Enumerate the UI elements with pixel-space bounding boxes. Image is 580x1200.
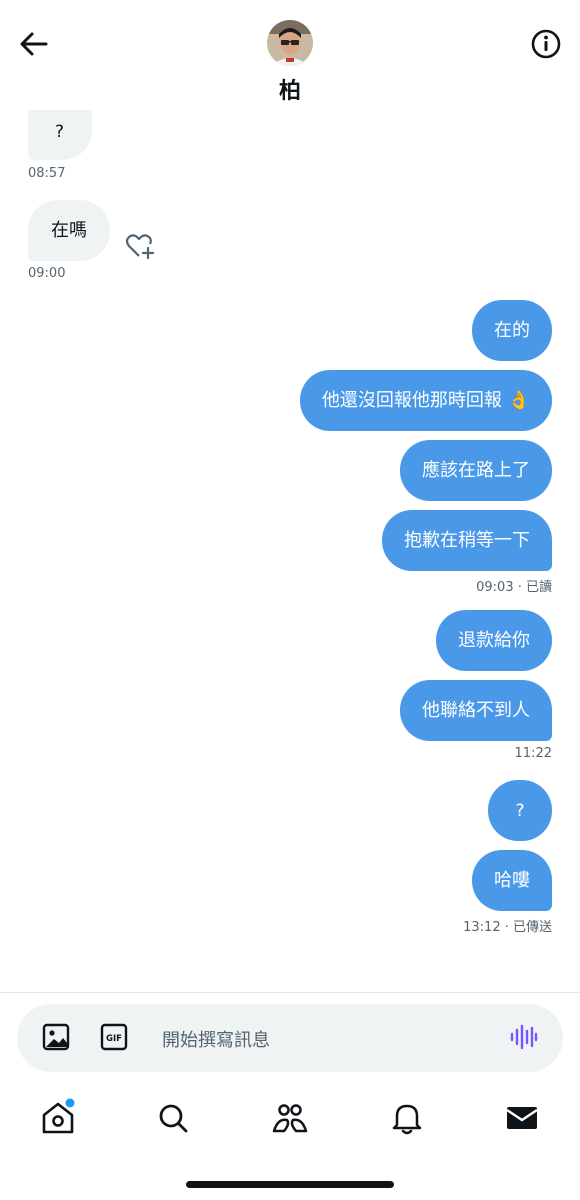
sent-message-bubble[interactable]: 應該在路上了	[400, 440, 552, 501]
home-indicator	[186, 1181, 394, 1188]
sent-message-bubble[interactable]: 他還沒回報他那時回報 👌	[299, 370, 552, 431]
composer-divider	[0, 992, 580, 993]
tab-notifications[interactable]	[387, 1098, 427, 1138]
search-icon	[159, 1104, 188, 1133]
message-timestamp: 09:00	[28, 266, 66, 281]
voice-message-icon[interactable]	[507, 1021, 539, 1053]
tab-communities[interactable]	[270, 1098, 310, 1138]
image-icon[interactable]	[40, 1021, 72, 1053]
sent-message-bubble[interactable]: 退款給你	[436, 610, 552, 671]
envelope-icon	[506, 1107, 538, 1129]
tab-home[interactable]	[38, 1098, 78, 1138]
add-reaction-heart-icon[interactable]	[124, 230, 156, 262]
message-delivery-status: 13:12 · 已傳送	[463, 920, 552, 935]
sent-message-bubble[interactable]: 他聯絡不到人	[400, 680, 552, 741]
received-message-bubble[interactable]: 在嗎	[28, 200, 110, 261]
sent-message-bubble[interactable]: 哈嘍	[472, 850, 552, 911]
communities-icon	[272, 1104, 308, 1133]
back-arrow-icon[interactable]	[16, 26, 52, 62]
home-icon	[42, 1098, 75, 1134]
sent-message-bubble[interactable]: 在的	[472, 300, 552, 361]
sent-message-bubble[interactable]: ?	[488, 780, 552, 841]
avatar[interactable]	[267, 20, 313, 66]
conversation-header: 柏	[0, 0, 580, 110]
bell-icon	[392, 1104, 422, 1135]
contact-name[interactable]: 柏	[0, 73, 580, 105]
info-icon[interactable]	[528, 26, 564, 62]
message-input[interactable]: 開始撰寫訊息	[162, 1026, 270, 1052]
tab-messages[interactable]	[502, 1098, 542, 1138]
message-composer: GIF 開始撰寫訊息	[17, 1004, 563, 1072]
message-timestamp: 11:22	[514, 746, 552, 761]
sent-message-bubble[interactable]: 抱歉在稍等一下	[382, 510, 552, 571]
message-read-status: 09:03 · 已讀	[476, 580, 552, 595]
svg-text:GIF: GIF	[106, 1034, 122, 1044]
tab-search[interactable]	[153, 1098, 193, 1138]
message-timestamp: 08:57	[28, 166, 66, 181]
gif-icon[interactable]: GIF	[98, 1021, 130, 1053]
